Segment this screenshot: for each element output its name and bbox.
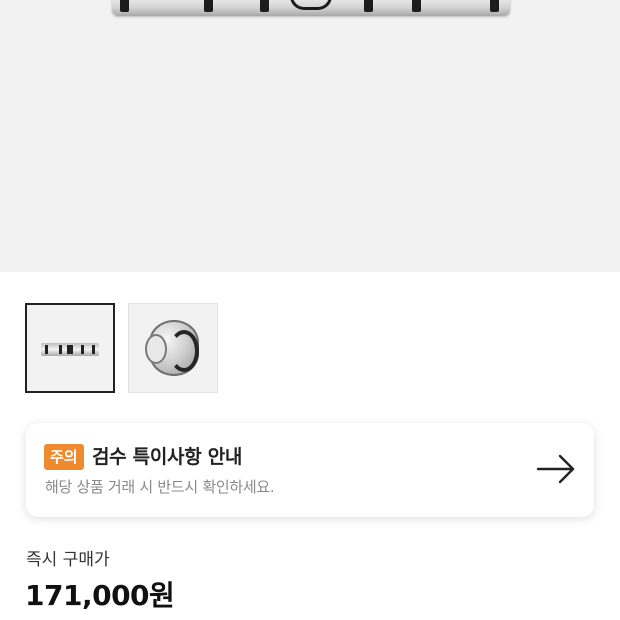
product-main-image[interactable] [0,0,620,272]
ring-front-view-icon [41,343,99,356]
instant-buy-price-label: 즉시 구매가 [26,550,110,570]
arrow-right-icon[interactable] [536,453,576,485]
notice-title: 검수 특이사항 안내 [92,446,243,468]
ring-engraving [260,0,269,12]
ring-image [112,0,510,16]
ring-engraving [120,0,129,12]
ring-engraving [364,0,373,12]
instant-buy-price: 171,000원 [25,579,175,612]
inspection-notice-card[interactable]: 주의 검수 특이사항 안내 해당 상품 거래 시 반드시 확인하세요. [26,423,594,517]
thumbnail-ring-side[interactable] [128,303,218,393]
thumbnail-list [25,303,218,393]
ring-engraving [204,0,213,12]
ring-logo [290,0,332,10]
ring-engraving [490,0,499,12]
ring-side-view-icon [145,320,199,376]
notice-description: 해당 상품 거래 시 반드시 확인하세요. [45,478,275,496]
thumbnail-ring-front[interactable] [25,303,115,393]
ring-engraving [412,0,421,12]
caution-badge: 주의 [44,444,84,470]
